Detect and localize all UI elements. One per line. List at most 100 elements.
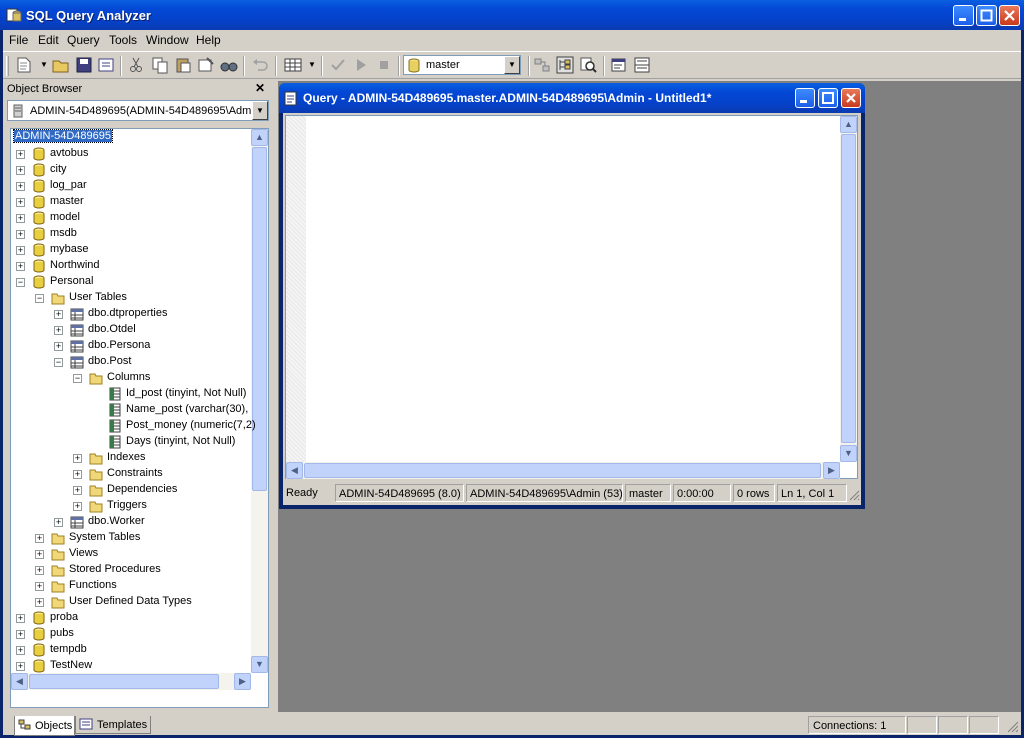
resize-grip-icon[interactable] xyxy=(1006,720,1019,733)
tree-node[interactable]: + dbo.Otdel xyxy=(11,322,251,338)
paste-icon[interactable] xyxy=(174,56,192,74)
results-pane-icon[interactable] xyxy=(633,56,651,74)
results-grid-icon[interactable] xyxy=(284,56,302,74)
expand-icon[interactable]: + xyxy=(35,598,44,607)
expand-icon[interactable]: + xyxy=(35,566,44,575)
expand-icon[interactable]: + xyxy=(16,214,25,223)
toolbar-grip[interactable] xyxy=(6,56,9,76)
save-icon[interactable] xyxy=(75,56,93,74)
tree-node[interactable]: + Constraints xyxy=(11,466,251,482)
expand-icon[interactable]: + xyxy=(16,166,25,175)
tree-node[interactable]: + Views xyxy=(11,546,251,562)
find-icon[interactable] xyxy=(220,56,238,74)
execute-icon[interactable] xyxy=(352,56,370,74)
copy-icon[interactable] xyxy=(151,56,169,74)
scroll-up-icon[interactable]: ▲ xyxy=(840,116,857,133)
database-select[interactable]: master ▼ xyxy=(403,55,521,75)
scroll-left-icon[interactable]: ◀ xyxy=(11,673,28,690)
expand-icon[interactable]: + xyxy=(16,262,25,271)
minimize-button[interactable] xyxy=(953,5,974,26)
tree-node[interactable]: + Functions xyxy=(11,578,251,594)
open-folder-icon[interactable] xyxy=(52,56,70,74)
tree-node[interactable]: + Dependencies xyxy=(11,482,251,498)
query-minimize-button[interactable] xyxy=(795,88,815,108)
tree-node[interactable]: + dbo.Worker xyxy=(11,514,251,530)
tree-node[interactable]: − User Tables xyxy=(11,290,251,306)
tree-node[interactable]: + msdb xyxy=(11,226,251,242)
editor-vertical-scrollbar[interactable]: ▲ ▼ xyxy=(840,116,857,462)
tree-node[interactable]: − Columns xyxy=(11,370,251,386)
menu-query[interactable]: Query xyxy=(67,33,100,47)
query-editor[interactable]: ▲ ▼ ◀ ▶ xyxy=(285,115,858,479)
tree-node[interactable]: Post_money (numeric(7,2) xyxy=(11,418,256,434)
new-dropdown-icon[interactable]: ▼ xyxy=(40,60,48,69)
expand-icon[interactable]: + xyxy=(16,246,25,255)
expand-icon[interactable]: + xyxy=(16,182,25,191)
maximize-button[interactable] xyxy=(976,5,997,26)
expand-icon[interactable]: + xyxy=(16,198,25,207)
close-button[interactable] xyxy=(999,5,1020,26)
tree-horizontal-scrollbar[interactable]: ◀ ▶ xyxy=(11,673,251,690)
chevron-down-icon[interactable]: ▼ xyxy=(504,56,520,74)
scroll-right-icon[interactable]: ▶ xyxy=(823,462,840,479)
collapse-icon[interactable]: − xyxy=(73,374,82,383)
tree-node[interactable]: + TestNew xyxy=(11,658,251,674)
expand-icon[interactable]: + xyxy=(54,310,63,319)
tree-node[interactable]: Id_post (tinyint, Not Null) xyxy=(11,386,251,402)
cut-icon[interactable] xyxy=(127,56,145,74)
insert-template-icon[interactable] xyxy=(97,56,115,74)
expand-icon[interactable]: + xyxy=(73,470,82,479)
menu-window[interactable]: Window xyxy=(146,33,189,47)
tree-node[interactable]: + master xyxy=(11,194,251,210)
display-plan-icon[interactable] xyxy=(533,56,551,74)
tree-node[interactable]: Days (tinyint, Not Null) xyxy=(11,434,251,450)
expand-icon[interactable]: + xyxy=(73,454,82,463)
editor-hscroll-thumb[interactable] xyxy=(304,463,821,478)
editor-horizontal-scrollbar[interactable]: ◀ ▶ xyxy=(286,462,840,479)
collapse-icon[interactable]: − xyxy=(35,294,44,303)
tree-node[interactable]: + Triggers xyxy=(11,498,251,514)
tree-node[interactable]: + pubs xyxy=(11,626,251,642)
results-dropdown-icon[interactable]: ▼ xyxy=(308,60,316,69)
tree-scroll-thumb[interactable] xyxy=(252,147,267,491)
title-bar[interactable]: SQL Query Analyzer xyxy=(0,0,1024,30)
tree-node[interactable]: Name_post (varchar(30), xyxy=(11,402,251,418)
tree-node[interactable]: + model xyxy=(11,210,251,226)
tree-node[interactable]: + Northwind xyxy=(11,258,251,274)
editor-scroll-thumb[interactable] xyxy=(841,134,856,443)
stop-icon[interactable] xyxy=(375,56,393,74)
expand-icon[interactable]: + xyxy=(54,518,63,527)
tree-node[interactable]: − dbo.Post xyxy=(11,354,251,370)
scroll-right-icon[interactable]: ▶ xyxy=(234,673,251,690)
object-browser-close-icon[interactable]: ✕ xyxy=(253,82,267,96)
menu-help[interactable]: Help xyxy=(196,33,221,47)
new-query-icon[interactable] xyxy=(15,56,33,74)
expand-icon[interactable]: + xyxy=(16,646,25,655)
tree-node[interactable]: + Stored Procedures xyxy=(11,562,251,578)
tree-hscroll-thumb[interactable] xyxy=(29,674,219,689)
collapse-icon[interactable]: − xyxy=(54,358,63,367)
expand-icon[interactable]: + xyxy=(54,326,63,335)
tree-node[interactable]: − Personal xyxy=(11,274,251,290)
tree-node[interactable]: + proba xyxy=(11,610,251,626)
tree-node[interactable]: + mybase xyxy=(11,242,251,258)
clear-window-icon[interactable] xyxy=(197,56,215,74)
resize-grip-icon[interactable] xyxy=(848,489,860,501)
expand-icon[interactable]: + xyxy=(35,582,44,591)
scroll-down-icon[interactable]: ▼ xyxy=(251,656,268,673)
undo-icon[interactable] xyxy=(251,56,269,74)
expand-icon[interactable]: + xyxy=(35,534,44,543)
expand-icon[interactable]: + xyxy=(35,550,44,559)
tree-node[interactable]: + Indexes xyxy=(11,450,251,466)
object-tree[interactable]: ▲ ▼ ◀ ▶ ADMIN-54D489695 + avtobus + city + log… xyxy=(10,128,269,708)
object-browser-icon[interactable] xyxy=(556,56,574,74)
collapse-icon[interactable]: − xyxy=(16,278,25,287)
query-close-button[interactable] xyxy=(841,88,861,108)
query-title-bar[interactable]: Query - ADMIN-54D489695.master.ADMIN-54D… xyxy=(279,83,865,113)
tree-node[interactable]: + log_par xyxy=(11,178,251,194)
tree-node[interactable]: + System Tables xyxy=(11,530,251,546)
tree-node[interactable]: + city xyxy=(11,162,251,178)
expand-icon[interactable]: + xyxy=(16,150,25,159)
menu-tools[interactable]: Tools xyxy=(109,33,137,47)
query-maximize-button[interactable] xyxy=(818,88,838,108)
